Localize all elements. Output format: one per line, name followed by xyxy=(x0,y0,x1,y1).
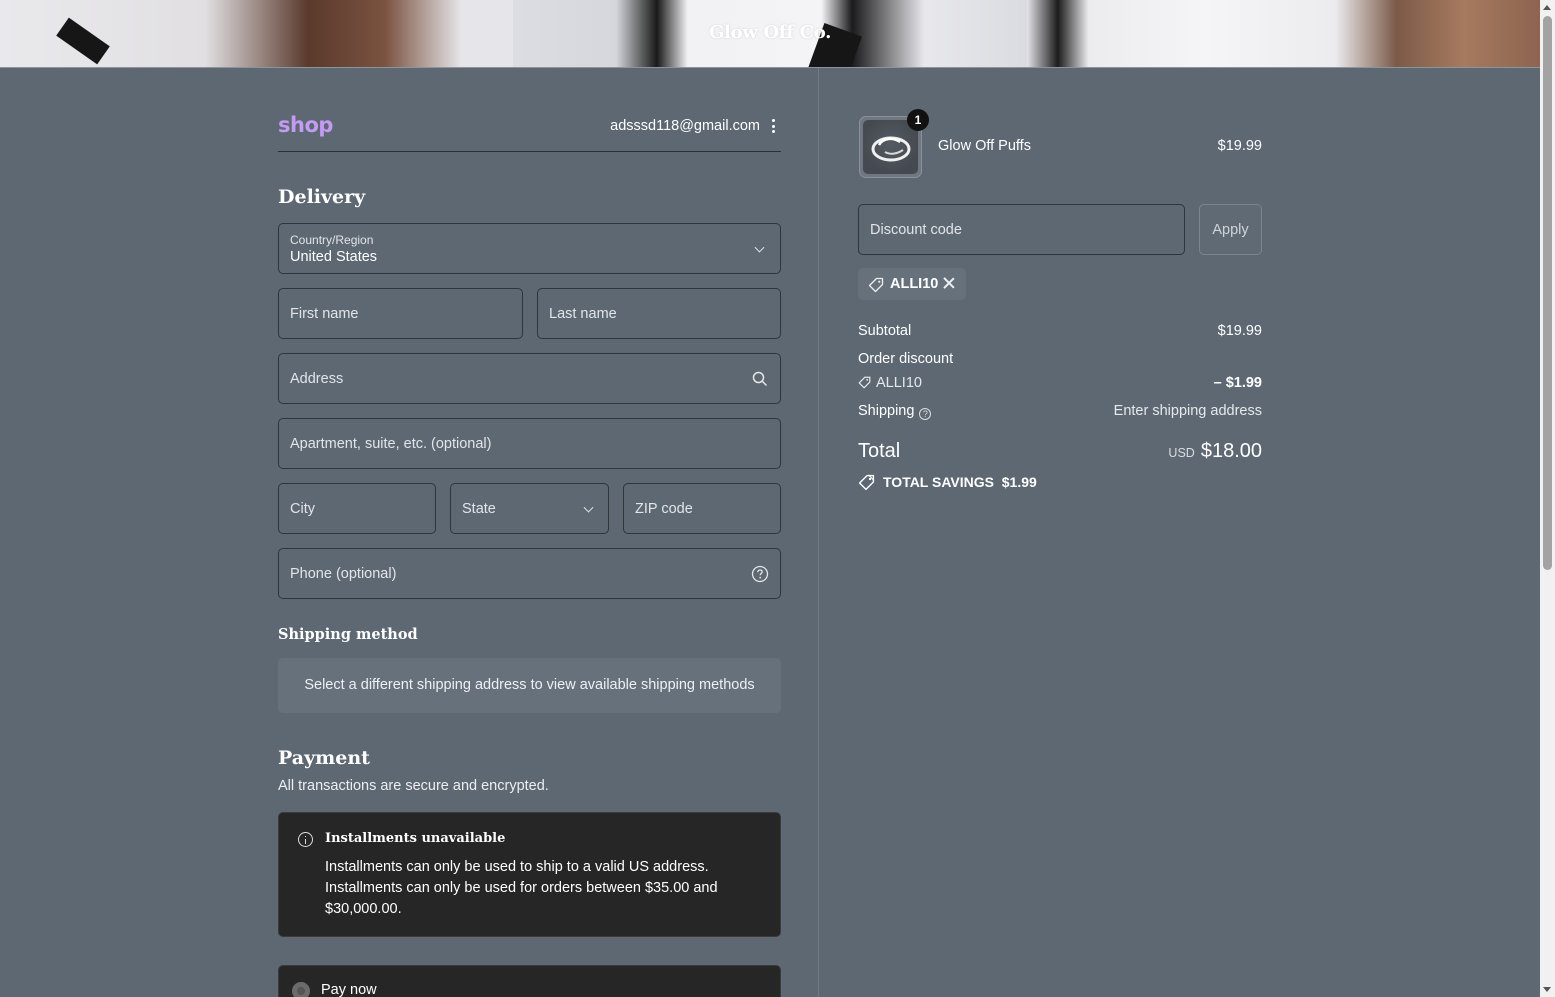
apartment-field[interactable]: Apartment, suite, etc. (optional) xyxy=(278,418,781,469)
country-value: United States xyxy=(290,249,378,265)
store-name[interactable]: Glow Off Co. xyxy=(0,22,1540,43)
close-icon[interactable] xyxy=(942,276,956,290)
shop-logo: shop xyxy=(278,113,333,137)
state-select[interactable]: State xyxy=(450,483,609,534)
total-value: $18.00 xyxy=(1200,440,1262,462)
scroll-down-arrow[interactable] xyxy=(1543,987,1551,992)
question-circle-icon[interactable]: ? xyxy=(919,408,932,420)
tag-icon xyxy=(858,474,875,491)
first-name-field[interactable]: First name xyxy=(278,288,523,339)
tag-icon xyxy=(858,376,871,389)
delivery-heading: Delivery xyxy=(278,186,366,208)
installments-notice: Installments unavailable Installments ca… xyxy=(278,812,781,937)
currency-code: USD xyxy=(1168,446,1195,460)
info-circle-icon xyxy=(298,832,313,847)
header-divider xyxy=(278,151,781,152)
chevron-down-icon xyxy=(583,502,594,513)
search-icon[interactable] xyxy=(752,371,768,387)
tag-icon xyxy=(868,277,884,293)
product-name: Glow Off Puffs xyxy=(938,138,1031,154)
chevron-down-icon xyxy=(754,242,765,253)
page-scrollbar[interactable] xyxy=(1540,0,1555,997)
shipping-notice-text: Select a different shipping address to v… xyxy=(304,677,755,693)
discount-code-row: ALLI10 xyxy=(858,375,922,391)
savings-value: $1.99 xyxy=(1001,474,1037,490)
payment-heading: Payment xyxy=(278,747,370,769)
apartment-placeholder: Apartment, suite, etc. (optional) xyxy=(290,435,492,452)
pay-now-label: Pay now xyxy=(321,982,377,997)
question-circle-icon[interactable] xyxy=(751,565,769,583)
phone-field[interactable]: Phone (optional) xyxy=(278,548,781,599)
installments-line: Installments can only be used to ship to… xyxy=(325,859,709,875)
shipping-method-notice: Select a different shipping address to v… xyxy=(278,658,781,713)
subtotal-value: $19.99 xyxy=(1217,323,1262,339)
country-label: Country/Region xyxy=(290,233,374,247)
shipping-row: Shipping? xyxy=(858,403,932,420)
order-discount-label: Order discount xyxy=(858,351,954,367)
installments-line: $30,000.00. xyxy=(325,901,402,917)
first-name-placeholder: First name xyxy=(290,305,359,322)
apply-label: Apply xyxy=(1212,222,1249,238)
pay-now-option[interactable]: Pay now xyxy=(278,965,781,997)
column-divider xyxy=(818,68,819,997)
total-savings: TOTAL SAVINGS $1.99 xyxy=(883,474,1037,490)
product-price: $19.99 xyxy=(1217,138,1262,154)
zip-placeholder: ZIP code xyxy=(635,500,693,517)
last-name-field[interactable]: Last name xyxy=(537,288,781,339)
discount-value: – $1.99 xyxy=(1213,375,1262,391)
city-placeholder: City xyxy=(290,500,315,517)
applied-discount-chip: ALLI10 xyxy=(858,268,966,300)
last-name-placeholder: Last name xyxy=(549,305,617,322)
quantity-badge: 1 xyxy=(907,109,929,131)
shipping-value: Enter shipping address xyxy=(1113,403,1262,419)
state-placeholder: State xyxy=(462,500,496,517)
total-label: Total xyxy=(858,440,901,462)
total-value-row: USD $18.00 xyxy=(1062,440,1262,463)
city-field[interactable]: City xyxy=(278,483,436,534)
phone-placeholder: Phone (optional) xyxy=(290,565,397,582)
installments-line: Installments can only be used for orders… xyxy=(325,880,718,896)
subtotal-label: Subtotal xyxy=(858,323,912,339)
discount-code-text: ALLI10 xyxy=(876,375,922,391)
payment-subtitle: All transactions are secure and encrypte… xyxy=(278,778,549,794)
scroll-up-arrow[interactable] xyxy=(1543,5,1551,10)
apply-discount-button[interactable]: Apply xyxy=(1199,204,1262,255)
address-placeholder: Address xyxy=(290,370,344,387)
address-field[interactable]: Address xyxy=(278,353,781,404)
shipping-label: Shipping xyxy=(858,403,915,419)
pay-now-radio[interactable] xyxy=(292,982,310,997)
scroll-thumb[interactable] xyxy=(1543,16,1552,570)
savings-label: TOTAL SAVINGS xyxy=(883,474,994,490)
account-email: adsssd118@gmail.com xyxy=(610,118,760,134)
shipping-method-heading: Shipping method xyxy=(278,626,418,643)
applied-code: ALLI10 xyxy=(890,276,939,292)
country-select[interactable]: Country/Region United States xyxy=(278,223,781,274)
vertical-dots-icon[interactable] xyxy=(769,118,779,134)
discount-placeholder: Discount code xyxy=(870,222,962,238)
discount-code-input[interactable]: Discount code xyxy=(858,204,1185,255)
installments-title: Installments unavailable xyxy=(325,831,506,846)
zip-field[interactable]: ZIP code xyxy=(623,483,781,534)
